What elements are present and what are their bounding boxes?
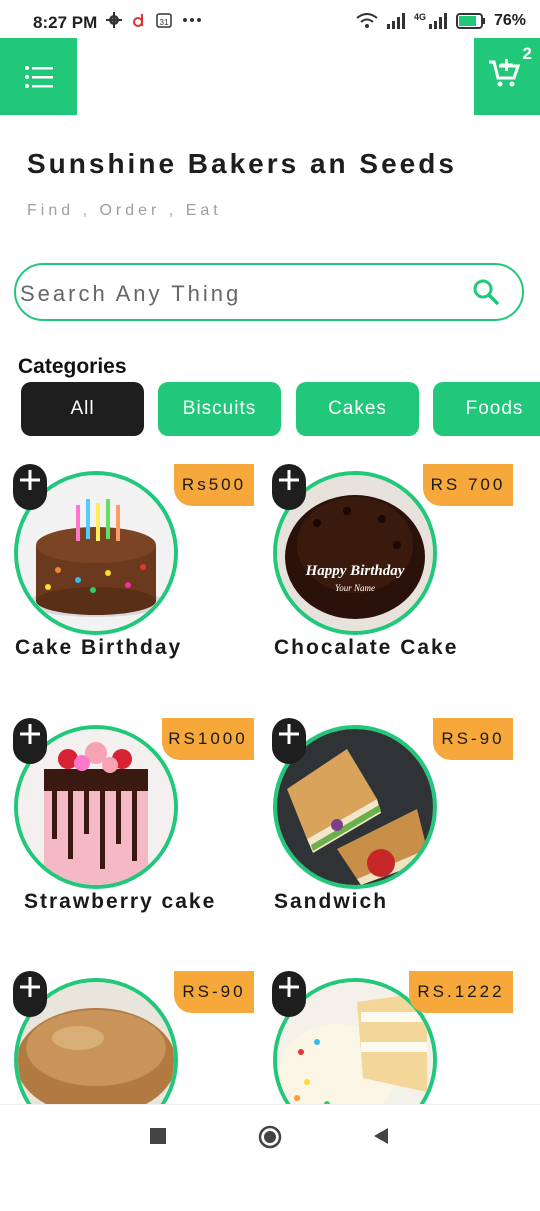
product-card[interactable]: Rs500 Cake Birthday — [13, 464, 264, 704]
menu-list-icon — [24, 65, 53, 88]
wifi-icon — [356, 13, 378, 28]
battery-percent: 76% — [493, 12, 526, 29]
product-name: Cake Birthday — [15, 636, 183, 659]
status-time: 8:27 PM — [33, 13, 98, 32]
page-subtitle: Find , Order , Eat — [27, 202, 222, 219]
svg-text:Happy Birthday: Happy Birthday — [305, 563, 405, 579]
menu-button[interactable] — [0, 38, 77, 115]
app-d-icon — [133, 14, 143, 27]
system-nav-bar — [0, 1104, 540, 1171]
network-label: 4G — [413, 12, 426, 22]
price-tag: Rs500 — [174, 464, 254, 506]
product-card[interactable]: RS-90 Sandwich — [272, 718, 523, 958]
product-name: Strawberry cake — [24, 890, 217, 913]
add-to-cart-button[interactable] — [272, 464, 306, 510]
settings-icon — [106, 12, 122, 28]
signal-icon — [386, 13, 405, 29]
search-input[interactable] — [18, 275, 462, 313]
nav-square-icon[interactable] — [149, 1127, 167, 1145]
add-to-cart-button[interactable] — [272, 718, 306, 764]
add-to-cart-button[interactable] — [13, 718, 47, 764]
product-card[interactable]: Happy Birthday Your Name RS 700 Chocalat… — [272, 464, 523, 704]
plus-icon — [20, 470, 40, 490]
category-chip-foods[interactable]: Foods — [433, 382, 540, 436]
plus-icon — [20, 724, 40, 744]
product-card[interactable]: RS.1222 — [272, 971, 523, 1211]
price-tag: RS1000 — [162, 718, 254, 760]
page-title: Sunshine Bakers an Seeds — [27, 148, 457, 179]
battery-icon — [455, 13, 485, 29]
search-icon[interactable] — [472, 278, 500, 306]
nav-home-icon[interactable] — [258, 1125, 282, 1149]
price-tag: RS 700 — [423, 464, 513, 506]
price-tag: RS-90 — [174, 971, 254, 1013]
category-chip-biscuits[interactable]: Biscuits — [158, 382, 281, 436]
signal-icon-2 — [428, 13, 447, 29]
product-name: Sandwich — [274, 890, 389, 913]
product-name: Chocalate Cake — [274, 636, 459, 659]
calendar-icon: 31 — [156, 13, 172, 28]
more-dots-icon — [183, 18, 201, 22]
plus-icon — [279, 724, 299, 744]
categories-label: Categories — [18, 355, 127, 378]
add-to-cart-button[interactable] — [13, 464, 47, 510]
cart-button[interactable]: 2 — [474, 38, 540, 115]
cart-count-badge: 2 — [522, 44, 532, 63]
product-card[interactable]: RS-90 — [13, 971, 264, 1211]
price-tag: RS-90 — [433, 718, 513, 760]
nav-back-icon[interactable] — [372, 1127, 390, 1145]
price-tag: RS.1222 — [409, 971, 513, 1013]
plus-icon — [279, 470, 299, 490]
category-chip-cakes[interactable]: Cakes — [296, 382, 419, 436]
status-bar: 8:27 PM 31 4G 76% — [0, 0, 540, 46]
svg-text:31: 31 — [160, 18, 169, 27]
svg-text:Your Name: Your Name — [335, 583, 375, 593]
cart-plus-icon — [489, 59, 520, 87]
plus-icon — [20, 977, 40, 997]
plus-icon — [279, 977, 299, 997]
search-bar — [14, 263, 524, 321]
add-to-cart-button[interactable] — [272, 971, 306, 1017]
category-chips: All Biscuits Cakes Foods — [21, 382, 540, 438]
add-to-cart-button[interactable] — [13, 971, 47, 1017]
product-card[interactable]: RS1000 Strawberry cake — [13, 718, 264, 958]
category-chip-all[interactable]: All — [21, 382, 144, 436]
